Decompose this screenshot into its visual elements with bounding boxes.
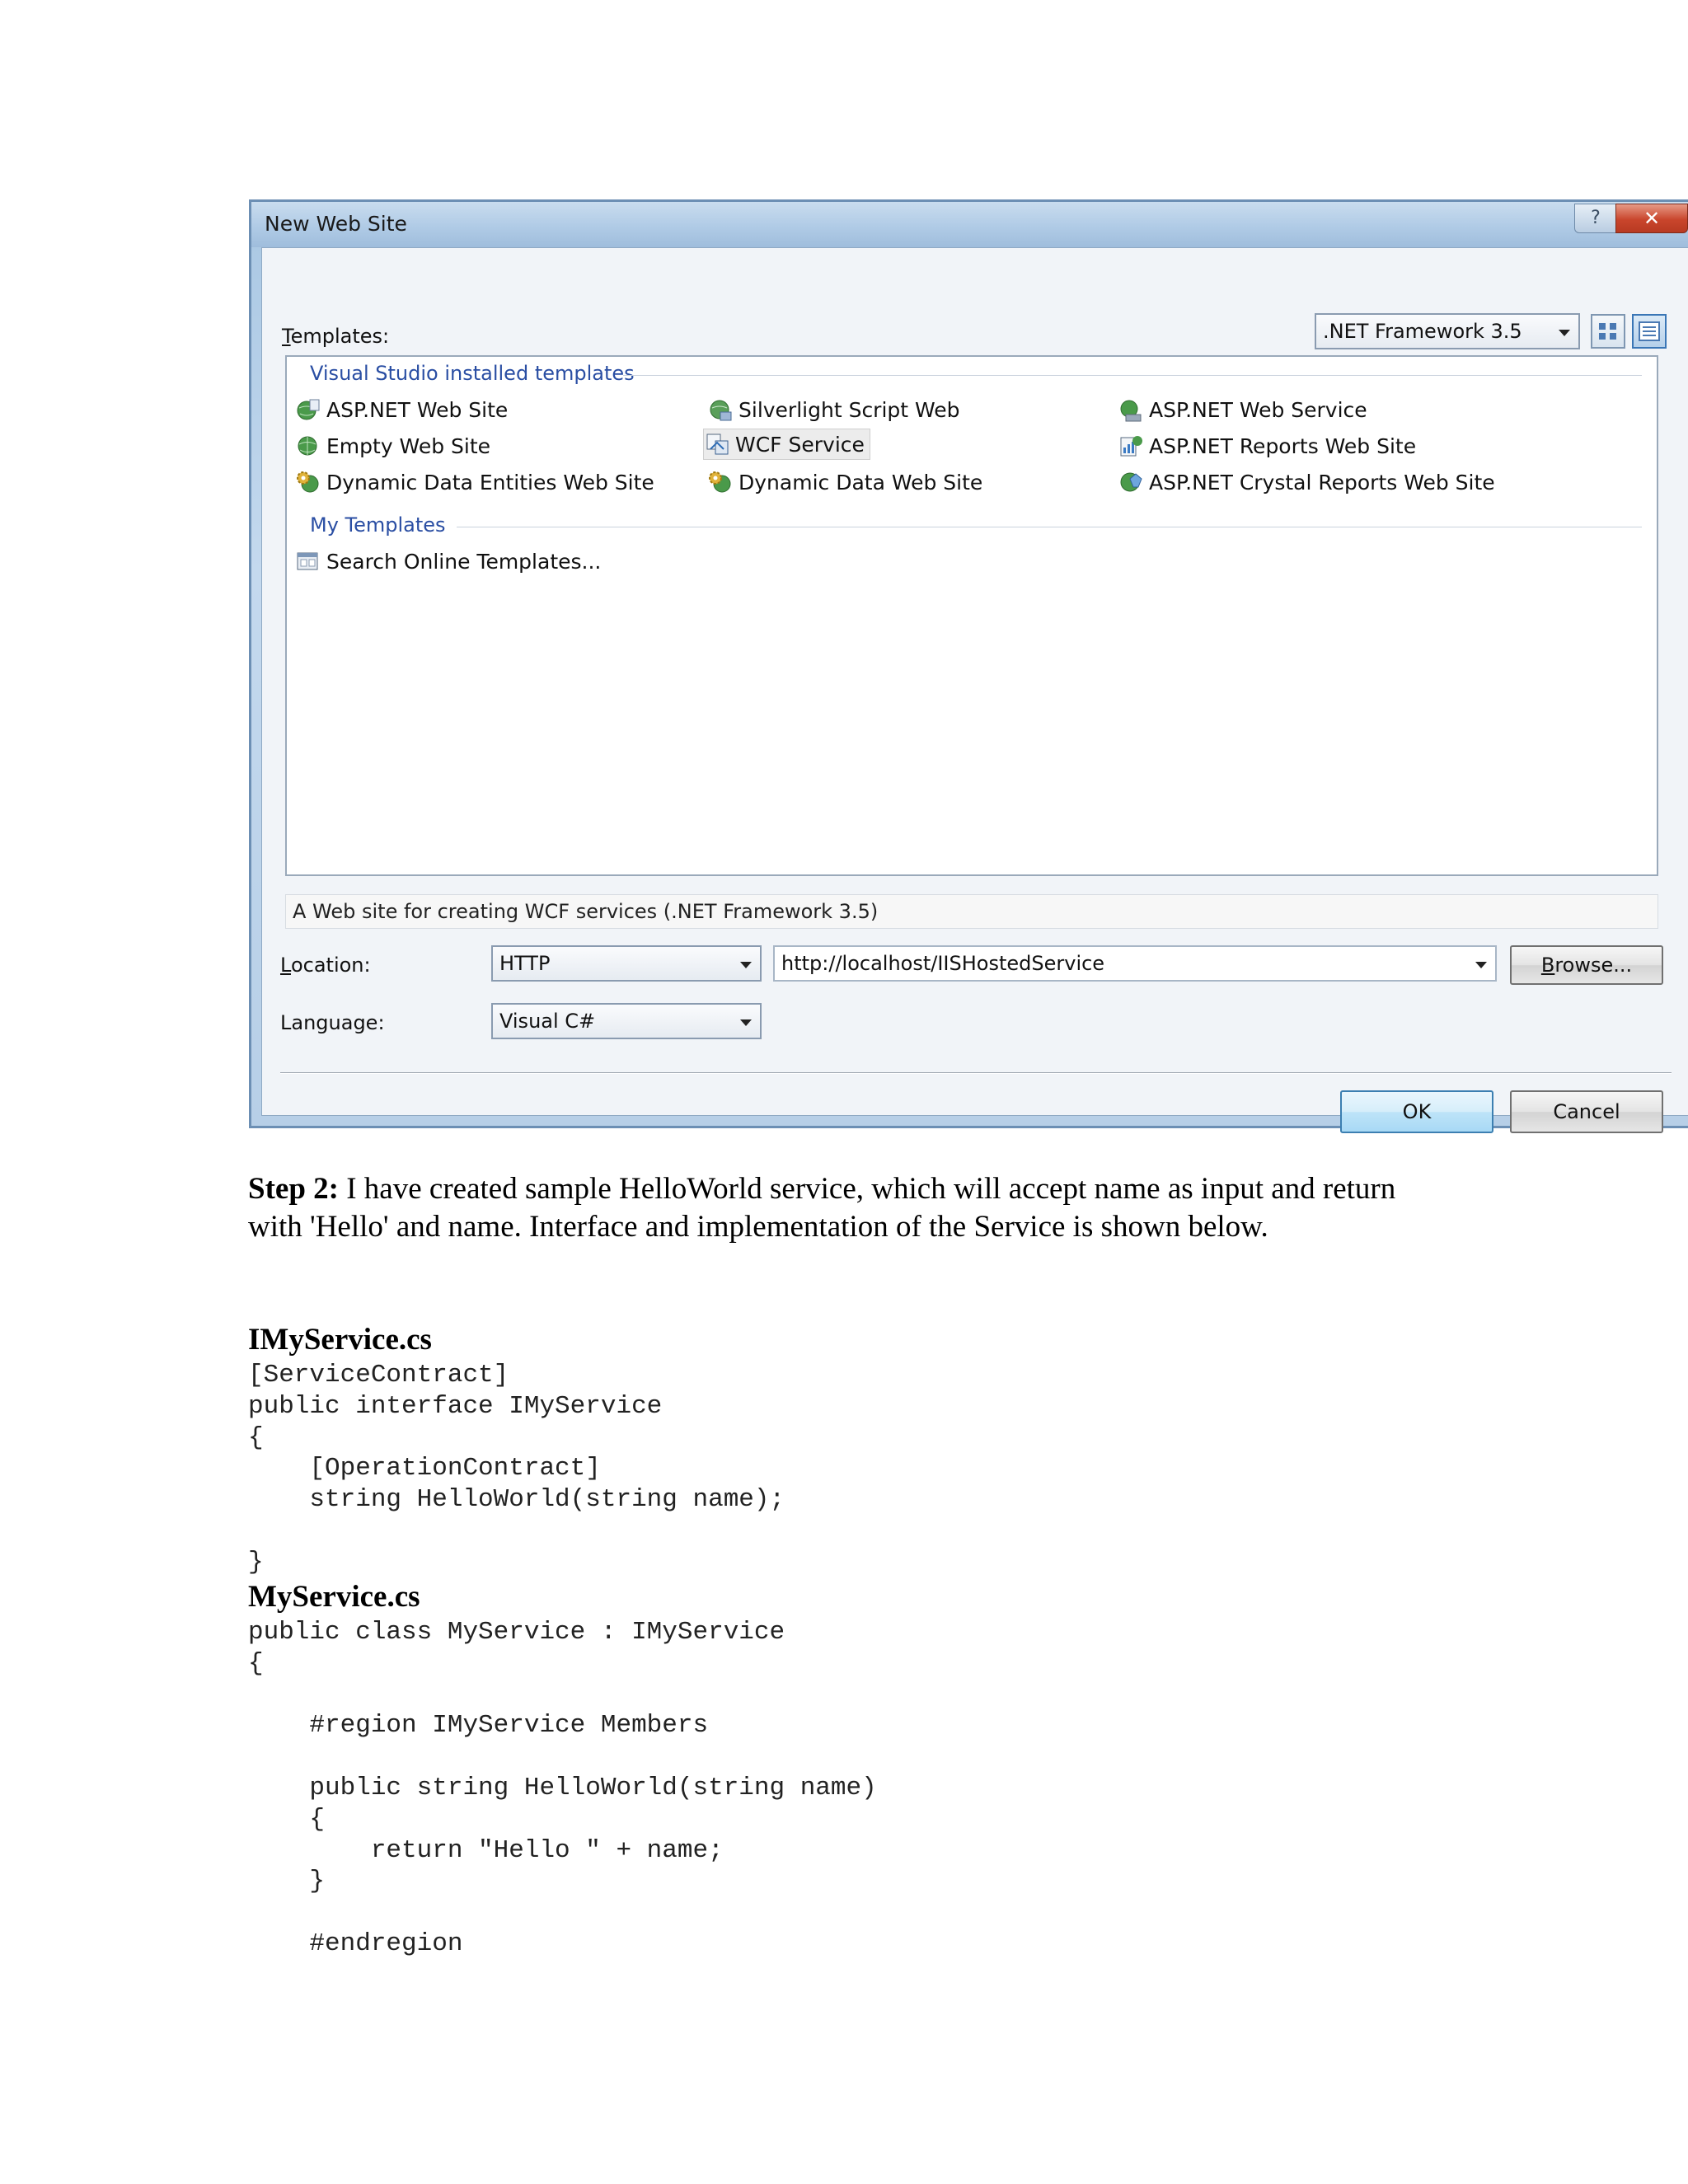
- template-label: Empty Web Site: [326, 434, 491, 458]
- templates-label: Templates:: [282, 325, 390, 348]
- crystal-reports-icon: [1120, 472, 1142, 492]
- template-silverlight-script-web[interactable]: Silverlight Script Web: [707, 395, 960, 424]
- location-url-input[interactable]: http://localhost/IISHostedService: [773, 945, 1497, 982]
- chevron-down-icon: [1475, 962, 1487, 968]
- code-block-myservice: public class MyService : IMyService { #r…: [248, 1618, 877, 1958]
- file-heading-myservice: MyService.cs: [248, 1580, 420, 1614]
- large-icons-icon: [1599, 323, 1616, 340]
- template-label: Silverlight Script Web: [738, 397, 960, 422]
- step-text: I have created sample HelloWorld service…: [248, 1172, 1396, 1244]
- template-description: A Web site for creating WCF services (.N…: [285, 894, 1658, 929]
- browse-button[interactable]: Browse...: [1510, 945, 1663, 985]
- reports-icon: [1120, 436, 1142, 457]
- globe-page-icon: [297, 399, 320, 420]
- web-service-globe-icon: [1120, 400, 1142, 422]
- dialog-title: New Web Site: [265, 212, 407, 236]
- close-button[interactable]: ✕: [1615, 204, 1688, 233]
- location-type-value: HTTP: [499, 952, 551, 975]
- template-aspnet-crystal-reports-web-site[interactable]: ASP.NET Crystal Reports Web Site: [1118, 467, 1495, 497]
- location-label: Location:: [280, 954, 371, 977]
- framework-value: .NET Framework 3.5: [1323, 320, 1522, 343]
- search-online-icon: [297, 552, 318, 570]
- help-icon: ?: [1591, 208, 1601, 228]
- location-url-value: http://localhost/IISHostedService: [781, 952, 1105, 975]
- step-2-paragraph: Step 2: I have created sample HelloWorld…: [248, 1170, 1451, 1246]
- template-dynamic-data-web-site[interactable]: Dynamic Data Web Site: [707, 467, 982, 497]
- globe-icon: [298, 436, 317, 456]
- ok-button[interactable]: OK: [1340, 1090, 1493, 1133]
- title-bar[interactable]: New Web Site ? ✕: [251, 202, 1688, 247]
- wcf-service-icon: [706, 434, 729, 455]
- template-empty-web-site[interactable]: Empty Web Site: [295, 431, 490, 461]
- silverlight-globe-icon: [710, 400, 732, 421]
- template-label: ASP.NET Crystal Reports Web Site: [1149, 470, 1495, 494]
- file-heading-imyservice: IMyService.cs: [248, 1323, 432, 1357]
- language-label: Language:: [280, 1011, 385, 1034]
- cancel-button[interactable]: Cancel: [1510, 1090, 1663, 1133]
- template-label: Dynamic Data Entities Web Site: [326, 470, 654, 494]
- location-type-select[interactable]: HTTP: [491, 945, 762, 982]
- language-select[interactable]: Visual C#: [491, 1003, 762, 1039]
- template-label: Search Online Templates...: [326, 549, 602, 574]
- template-dynamic-data-entities-web-site[interactable]: Dynamic Data Entities Web Site: [295, 467, 654, 497]
- step-label: Step 2:: [248, 1172, 339, 1206]
- template-wcf-service[interactable]: WCF Service: [703, 429, 870, 460]
- dialog-separator: [280, 1072, 1672, 1074]
- chevron-down-icon: [740, 1019, 752, 1026]
- close-icon: ✕: [1643, 207, 1661, 230]
- template-search-online[interactable]: Search Online Templates...: [295, 546, 601, 576]
- template-label: ASP.NET Web Service: [1149, 397, 1367, 422]
- template-label: Dynamic Data Web Site: [738, 470, 983, 494]
- chevron-down-icon: [740, 962, 752, 968]
- help-button[interactable]: ?: [1574, 204, 1617, 233]
- templates-list[interactable]: Visual Studio installed templates ASP.NE…: [285, 355, 1658, 876]
- group-divider: [623, 375, 1642, 376]
- new-web-site-dialog: New Web Site ? ✕ Templates: .NET Framewo…: [249, 199, 1688, 1133]
- chevron-down-icon: [1559, 330, 1570, 336]
- group-my-templates: My Templates: [310, 513, 446, 537]
- template-label: ASP.NET Web Site: [326, 397, 509, 422]
- small-icons-view-button[interactable]: [1632, 314, 1667, 349]
- group-installed-templates: Visual Studio installed templates: [310, 362, 635, 385]
- template-aspnet-reports-web-site[interactable]: ASP.NET Reports Web Site: [1118, 431, 1416, 461]
- language-value: Visual C#: [499, 1010, 596, 1033]
- template-label: ASP.NET Reports Web Site: [1149, 434, 1417, 458]
- code-block-imyservice: [ServiceContract] public interface IMySe…: [248, 1361, 785, 1577]
- framework-select[interactable]: .NET Framework 3.5: [1315, 313, 1580, 349]
- gear-globe-icon: [709, 471, 731, 493]
- template-label: WCF Service: [735, 432, 865, 457]
- dialog-client-area: Templates: .NET Framework 3.5 Visual Stu…: [261, 247, 1688, 1133]
- large-icons-view-button[interactable]: [1591, 314, 1625, 349]
- template-aspnet-web-service[interactable]: ASP.NET Web Service: [1118, 395, 1367, 424]
- template-aspnet-web-site[interactable]: ASP.NET Web Site: [295, 395, 508, 424]
- gear-globe-icon: [297, 471, 319, 493]
- small-icons-icon: [1639, 321, 1660, 341]
